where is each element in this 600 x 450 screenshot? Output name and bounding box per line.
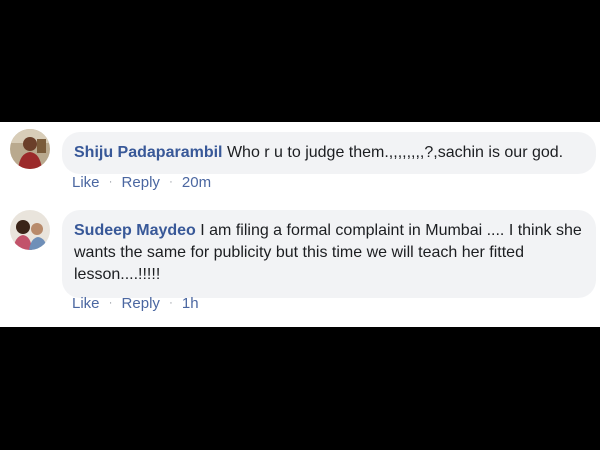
comment-text: Who r u to judge them.,,,,,,,,?,sachin i… — [226, 144, 564, 161]
separator: · — [169, 176, 173, 188]
comment-timestamp[interactable]: 1h — [182, 295, 199, 312]
avatar[interactable] — [10, 210, 50, 250]
comment-actions: Like · Reply · 20m — [72, 174, 211, 193]
comment-bubble: Sudeep Maydeo I am filing a formal compl… — [62, 210, 596, 298]
profile-photo-icon — [10, 129, 50, 169]
comments-panel: Shiju Padaparambil Who r u to judge them… — [0, 122, 600, 327]
like-button[interactable]: Like — [72, 174, 100, 191]
comment-timestamp[interactable]: 20m — [182, 174, 211, 191]
reply-button[interactable]: Reply — [122, 174, 160, 191]
separator: · — [108, 297, 113, 309]
comment-actions: Like · Reply · 1h — [72, 295, 199, 314]
comment-author[interactable]: Sudeep Maydeo — [74, 222, 196, 239]
separator: · — [108, 176, 113, 188]
profile-photo-icon — [10, 210, 50, 250]
comment-author[interactable]: Shiju Padaparambil — [74, 144, 222, 161]
reply-button[interactable]: Reply — [122, 295, 160, 312]
like-button[interactable]: Like — [72, 295, 100, 312]
comment-bubble: Shiju Padaparambil Who r u to judge them… — [62, 132, 596, 174]
separator: · — [169, 297, 173, 309]
avatar[interactable] — [10, 129, 50, 169]
